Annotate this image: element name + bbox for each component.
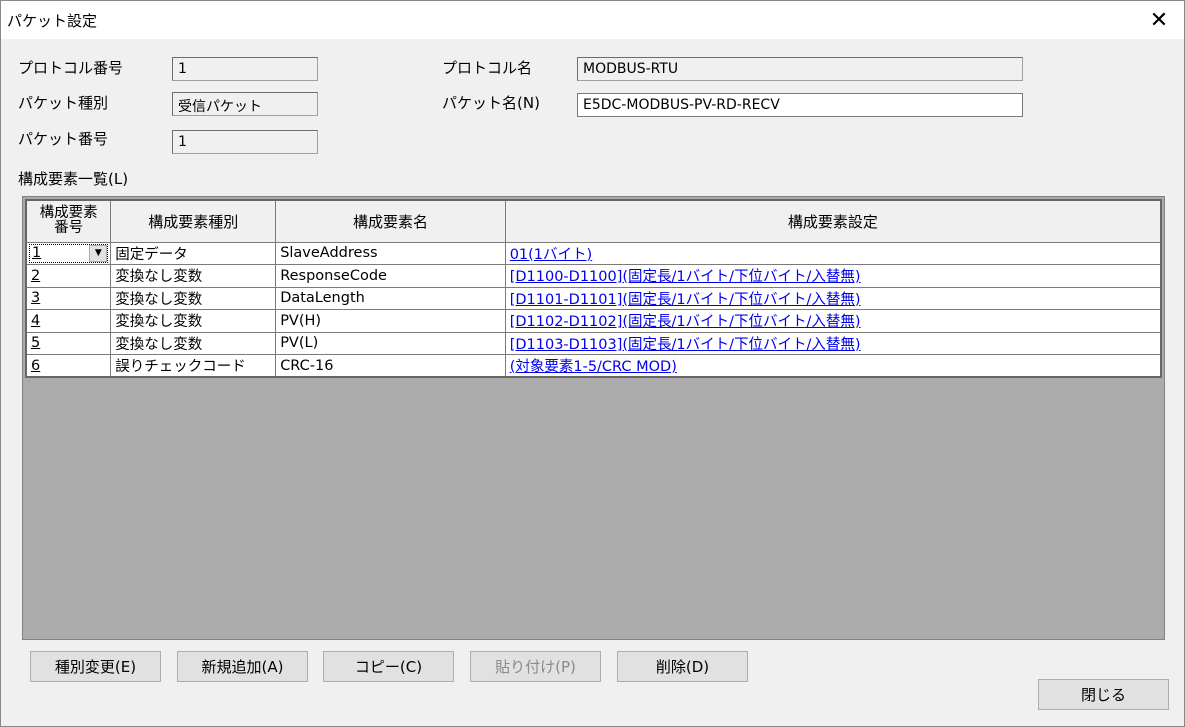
row-number-cell[interactable]: 3 [25, 286, 112, 310]
element-setting-cell[interactable]: (対象要素1-5/CRC MOD) [504, 354, 1162, 378]
row-number-cell[interactable]: 6 [25, 354, 112, 378]
column-header-number[interactable]: 構成要素 番号 [25, 199, 112, 243]
element-type-cell[interactable]: 変換なし変数 [110, 331, 277, 355]
row-number: 6 [31, 357, 41, 374]
column-header-setting[interactable]: 構成要素設定 [504, 199, 1162, 243]
element-list-label: 構成要素一覧(L) [18, 170, 129, 188]
element-type-cell[interactable]: 誤りチェックコード [110, 354, 277, 378]
packet-type-field: 受信パケット [172, 92, 318, 116]
protocol-number-field: 1 [172, 57, 318, 81]
element-name-cell[interactable]: ResponseCode [275, 264, 506, 288]
row-number-cell[interactable]: 4 [25, 309, 112, 333]
element-setting-cell[interactable]: [D1101-D1101](固定長/1バイト/下位バイト/入替無) [504, 286, 1162, 310]
element-type-cell[interactable]: 固定データ [110, 241, 277, 265]
chevron-down-icon[interactable]: ▼ [89, 244, 108, 262]
packet-number-field: 1 [172, 130, 318, 154]
element-type-cell[interactable]: 変換なし変数 [110, 264, 277, 288]
row-number: 1 [32, 245, 42, 262]
column-header-type[interactable]: 構成要素種別 [110, 199, 277, 243]
close-button[interactable]: 閉じる [1038, 679, 1169, 710]
row-number-cell[interactable]: 5 [25, 331, 112, 355]
table-row[interactable]: 1 ▼ 固定データ SlaveAddress 01(1バイト) [25, 241, 1162, 265]
add-new-button[interactable]: 新規追加(A) [177, 651, 308, 682]
row-number: 5 [31, 335, 41, 352]
element-setting-cell[interactable]: 01(1バイト) [504, 241, 1162, 265]
row-number-dropdown[interactable]: 1 ▼ [29, 243, 109, 263]
element-setting-link[interactable]: [D1101-D1101](固定長/1バイト/下位バイト/入替無) [510, 292, 861, 308]
element-setting-cell[interactable]: [D1103-D1103](固定長/1バイト/下位バイト/入替無) [504, 331, 1162, 355]
column-header-name[interactable]: 構成要素名 [275, 199, 506, 243]
element-setting-link[interactable]: (対象要素1-5/CRC MOD) [510, 359, 677, 375]
element-setting-cell[interactable]: [D1102-D1102](固定長/1バイト/下位バイト/入替無) [504, 309, 1162, 333]
change-type-button[interactable]: 種別変更(E) [30, 651, 161, 682]
element-name-cell[interactable]: DataLength [275, 286, 506, 310]
row-number-cell[interactable]: 1 ▼ [25, 241, 112, 265]
close-icon[interactable]: ✕ [1134, 1, 1184, 39]
packet-name-label: パケット名(N) [442, 94, 540, 112]
element-type-cell[interactable]: 変換なし変数 [110, 286, 277, 310]
window-title: パケット設定 [7, 12, 98, 30]
paste-button[interactable]: 貼り付け(P) [470, 651, 601, 682]
element-setting-link[interactable]: [D1100-D1100](固定長/1バイト/下位バイト/入替無) [510, 269, 861, 285]
element-name-cell[interactable]: CRC-16 [275, 354, 506, 378]
row-number: 4 [31, 312, 41, 329]
protocol-number-label: プロトコル番号 [18, 59, 124, 77]
table-row[interactable]: 3 変換なし変数 DataLength [D1101-D1101](固定長/1バ… [25, 286, 1162, 310]
row-number: 3 [31, 290, 41, 307]
packet-number-label: パケット番号 [18, 130, 109, 148]
table-row[interactable]: 4 変換なし変数 PV(H) [D1102-D1102](固定長/1バイト/下位… [25, 309, 1162, 333]
element-setting-cell[interactable]: [D1100-D1100](固定長/1バイト/下位バイト/入替無) [504, 264, 1162, 288]
element-list-grid[interactable]: 構成要素 番号 構成要素種別 構成要素名 構成要素設定 1 ▼ 固定データ Sl… [22, 196, 1165, 640]
table-row[interactable]: 6 誤りチェックコード CRC-16 (対象要素1-5/CRC MOD) [25, 354, 1162, 378]
element-name-cell[interactable]: PV(H) [275, 309, 506, 333]
element-setting-link[interactable]: [D1103-D1103](固定長/1バイト/下位バイト/入替無) [510, 337, 861, 353]
element-table: 構成要素 番号 構成要素種別 構成要素名 構成要素設定 1 ▼ 固定データ Sl… [25, 199, 1162, 378]
packet-name-input[interactable]: E5DC-MODBUS-PV-RD-RECV [577, 93, 1023, 117]
element-setting-link[interactable]: 01(1バイト) [510, 247, 593, 263]
title-bar: パケット設定 ✕ [1, 1, 1184, 39]
packet-type-label: パケット種別 [18, 94, 109, 112]
table-row[interactable]: 5 変換なし変数 PV(L) [D1103-D1103](固定長/1バイト/下位… [25, 331, 1162, 355]
protocol-name-label: プロトコル名 [442, 59, 533, 77]
element-name-cell[interactable]: SlaveAddress [275, 241, 506, 265]
packet-settings-window: パケット設定 ✕ プロトコル番号 1 プロトコル名 MODBUS-RTU パケッ… [0, 0, 1185, 727]
element-name-cell[interactable]: PV(L) [275, 331, 506, 355]
row-number: 2 [31, 267, 41, 284]
protocol-name-field: MODBUS-RTU [577, 57, 1023, 81]
row-number-cell[interactable]: 2 [25, 264, 112, 288]
delete-button[interactable]: 削除(D) [617, 651, 748, 682]
element-type-cell[interactable]: 変換なし変数 [110, 309, 277, 333]
copy-button[interactable]: コピー(C) [323, 651, 454, 682]
table-row[interactable]: 2 変換なし変数 ResponseCode [D1100-D1100](固定長/… [25, 264, 1162, 288]
element-setting-link[interactable]: [D1102-D1102](固定長/1バイト/下位バイト/入替無) [510, 314, 861, 330]
